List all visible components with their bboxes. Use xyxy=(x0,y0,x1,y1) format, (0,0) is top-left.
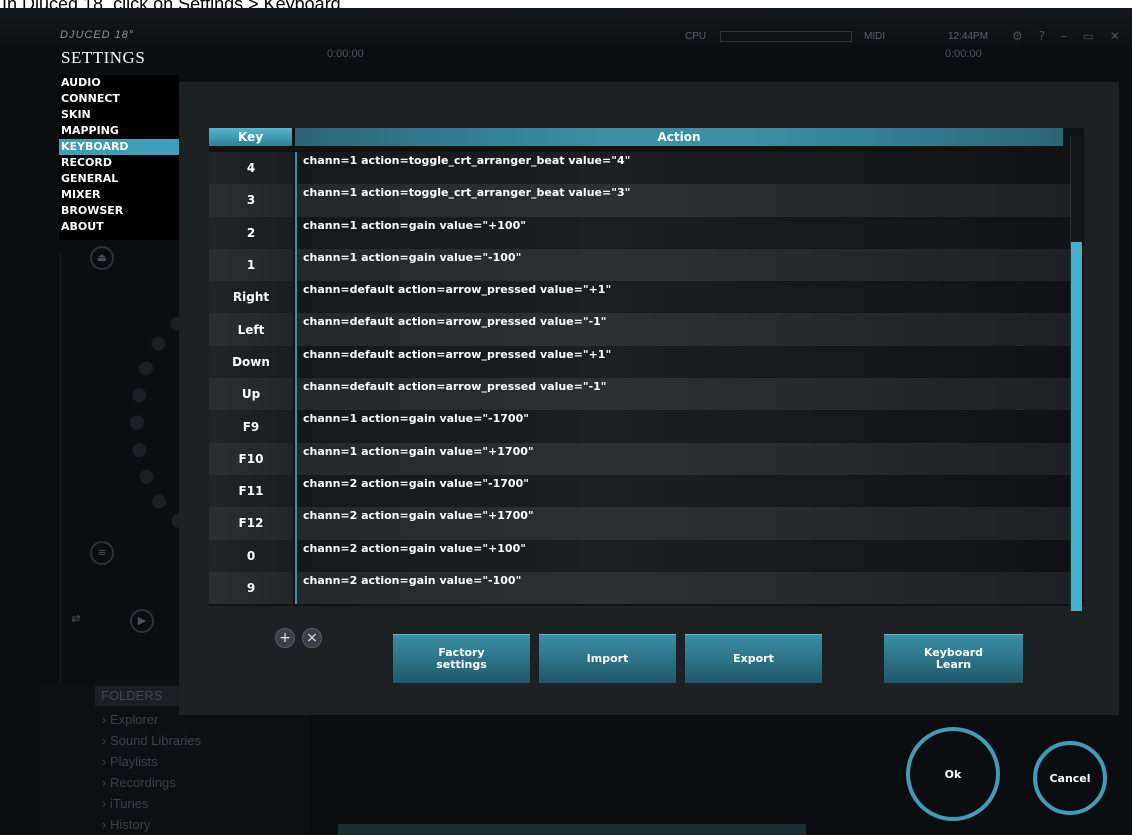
nav-mixer[interactable]: MIXER xyxy=(59,187,179,203)
settings-nav: AUDIO CONNECT SKIN MAPPING KEYBOARD RECO… xyxy=(59,75,179,240)
nav-audio[interactable]: AUDIO xyxy=(59,75,179,91)
folder-label: Sound Libraries xyxy=(109,733,202,748)
scrollbar-thumb[interactable] xyxy=(1071,242,1082,611)
table-row-key[interactable]: 2 xyxy=(209,216,293,249)
nav-skin[interactable]: SKIN xyxy=(59,107,179,123)
table-row-key[interactable]: 4 xyxy=(209,152,293,185)
clock: 12:44PM xyxy=(948,31,989,42)
table-row-key[interactable]: F12 xyxy=(209,507,293,540)
key-column: 4 3 2 1 Right Left Down Up F9 F10 F11 F12 0 9 xyxy=(209,152,293,605)
folder-sound-libraries[interactable]: › Sound Libraries xyxy=(102,733,201,748)
midi-label: MIDI xyxy=(864,31,886,42)
table-row-key[interactable]: F9 xyxy=(209,410,293,443)
bottom-strip xyxy=(338,824,806,835)
top-bar xyxy=(0,8,1132,48)
add-mapping-button[interactable]: + xyxy=(275,628,295,648)
cpu-meter xyxy=(720,31,852,42)
table-row-key[interactable]: Down xyxy=(209,345,293,379)
folder-explorer[interactable]: › Explorer xyxy=(102,712,158,727)
cancel-button[interactable]: Cancel xyxy=(1033,741,1107,815)
deck-time-left: 0:00:00 xyxy=(327,48,364,60)
loop-icon[interactable]: ⇄ xyxy=(66,609,86,629)
nav-record[interactable]: RECORD xyxy=(59,155,179,171)
nav-general[interactable]: GENERAL xyxy=(59,171,179,187)
remove-mapping-button[interactable]: × xyxy=(302,628,322,648)
table-row-action[interactable]: chann=1 action=toggle_crt_arranger_beat … xyxy=(297,184,1070,217)
table-row-key[interactable]: F10 xyxy=(209,442,293,475)
table-row-action[interactable]: chann=default action=arrow_pressed value… xyxy=(297,345,1070,379)
nav-keyboard[interactable]: KEYBOARD xyxy=(59,139,179,155)
folder-itunes[interactable]: › iTunes xyxy=(102,796,149,811)
table-row-action[interactable]: chann=1 action=gain value="-100" xyxy=(297,248,1070,282)
column-header-action[interactable]: Action xyxy=(295,128,1063,146)
table-row-action[interactable]: chann=default action=arrow_pressed value… xyxy=(297,378,1070,411)
menu-icon[interactable]: ≡ xyxy=(90,541,114,565)
table-row-action[interactable]: chann=1 action=toggle_crt_arranger_beat … xyxy=(297,152,1070,185)
nav-connect[interactable]: CONNECT xyxy=(59,91,179,107)
window-controls[interactable]: ⚙ ? – ▭ ✕ xyxy=(1012,29,1126,43)
folder-history[interactable]: › History xyxy=(102,817,150,832)
table-row-action[interactable]: chann=1 action=gain value="+1700" xyxy=(297,442,1070,475)
table-row-action[interactable]: chann=2 action=gain value="+100" xyxy=(297,539,1070,572)
table-row-action[interactable]: chann=2 action=gain value="-1700" xyxy=(297,474,1070,508)
keyboard-learn-button[interactable]: Keyboard Learn xyxy=(884,634,1023,683)
folder-playlists[interactable]: › Playlists xyxy=(102,754,158,769)
table-row-key[interactable]: Up xyxy=(209,378,293,411)
table-row-action[interactable]: chann=default action=arrow_pressed value… xyxy=(297,281,1070,314)
column-header-key[interactable]: Key xyxy=(209,128,292,146)
action-column: chann=1 action=toggle_crt_arranger_beat … xyxy=(295,152,1070,605)
export-button[interactable]: Export xyxy=(685,634,822,683)
nav-mapping[interactable]: MAPPING xyxy=(59,123,179,139)
table-row-key[interactable]: Right xyxy=(209,281,293,314)
folder-label: iTunes xyxy=(109,796,149,811)
cpu-label: CPU xyxy=(685,31,707,42)
eject-icon[interactable]: ⏏ xyxy=(90,246,114,270)
table-row-action[interactable]: chann=default action=arrow_pressed value… xyxy=(297,313,1070,346)
folder-label: Playlists xyxy=(109,754,158,769)
table-scrollbar[interactable] xyxy=(1070,136,1082,611)
table-row-action[interactable]: chann=1 action=gain value="+100" xyxy=(297,216,1070,249)
import-button[interactable]: Import xyxy=(539,634,676,683)
table-row-action[interactable]: chann=1 action=gain value="-1700" xyxy=(297,410,1070,443)
table-row-key[interactable]: Left xyxy=(209,313,293,346)
factory-settings-button[interactable]: Factory settings xyxy=(393,634,530,683)
table-row-key[interactable]: F11 xyxy=(209,474,293,508)
table-row-action[interactable]: chann=2 action=gain value="+1700" xyxy=(297,507,1070,540)
folder-label: Recordings xyxy=(109,775,176,790)
nav-about[interactable]: ABOUT xyxy=(59,219,179,235)
settings-title: SETTINGS xyxy=(61,48,146,67)
table-row-key[interactable]: 9 xyxy=(209,571,293,605)
ok-button[interactable]: Ok xyxy=(906,727,1000,821)
keyboard-mapping-table: Key Action 4 3 2 1 Right Left Down Up F9 F10 F11 F1… xyxy=(209,128,1084,606)
table-row-key[interactable]: 3 xyxy=(209,184,293,217)
folder-recordings[interactable]: › Recordings xyxy=(102,775,176,790)
brand-logo: DJUCED 18° xyxy=(60,29,135,41)
folder-label: Explorer xyxy=(109,712,159,727)
table-row-key[interactable]: 1 xyxy=(209,248,293,282)
play-icon[interactable]: ▶ xyxy=(130,609,154,633)
folder-label: History xyxy=(109,817,151,832)
djuced-app-window: DJUCED 18° 0:00:00 0:00:00 CPU MIDI 12:4… xyxy=(0,8,1132,835)
deck-time-right: 0:00:00 xyxy=(945,48,982,60)
table-row-key[interactable]: 0 xyxy=(209,539,293,572)
table-row-action[interactable]: chann=2 action=gain value="-100" xyxy=(297,571,1070,605)
nav-browser[interactable]: BROWSER xyxy=(59,203,179,219)
